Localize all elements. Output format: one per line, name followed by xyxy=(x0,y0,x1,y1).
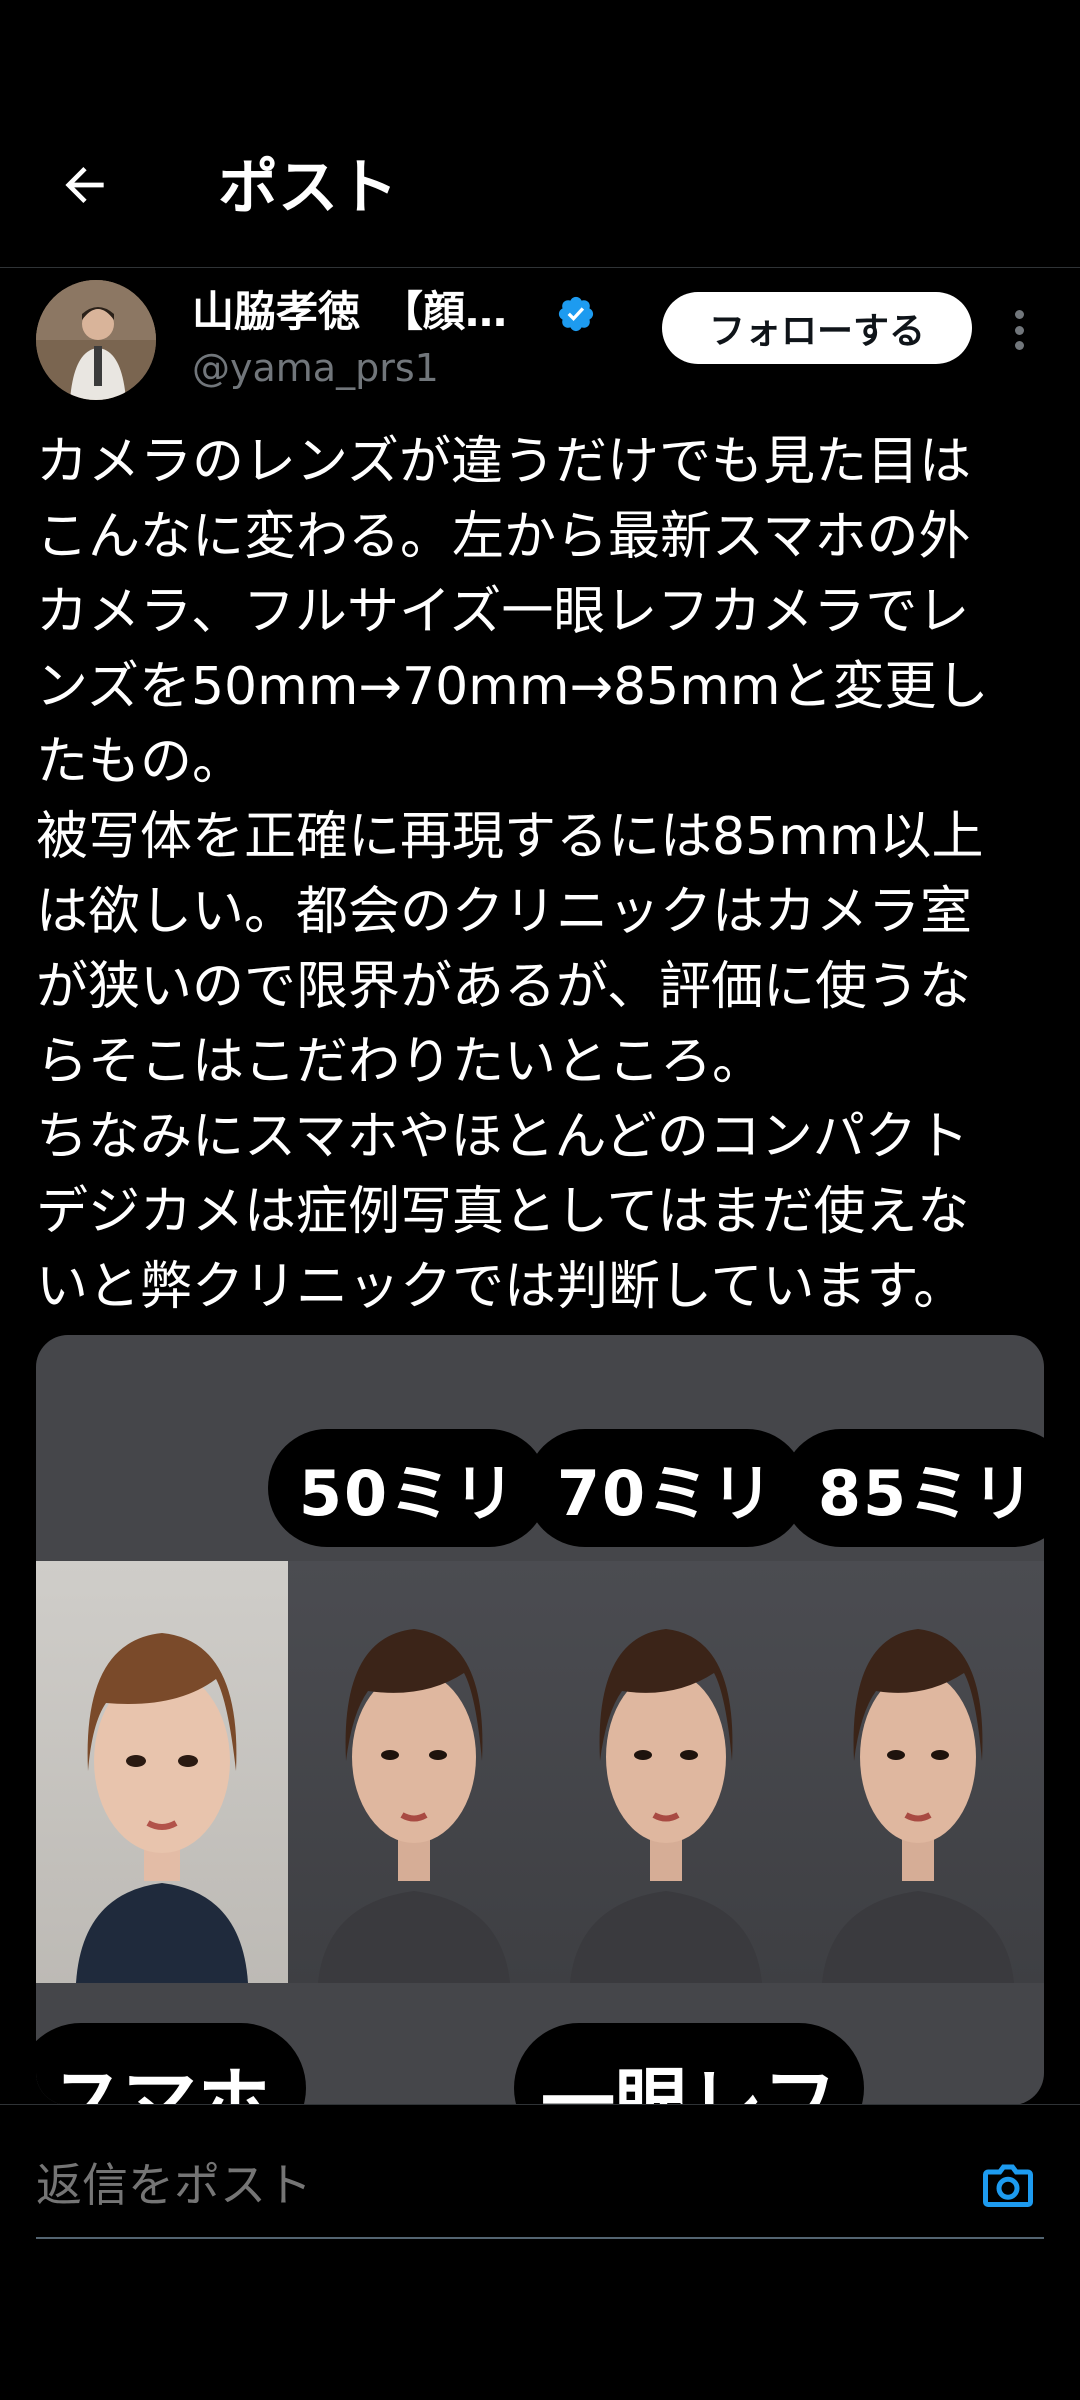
post-text: カメラのレンズが違うだけでも見た目は こんなに変わる。左から最新スマホの外 カメ… xyxy=(36,432,989,1317)
post-image[interactable]: 50ミリ 70ミリ 85ミリ スマホ 一眼レフ xyxy=(36,1335,1044,2105)
reply-divider xyxy=(36,2237,1044,2239)
verified-badge-icon xyxy=(558,296,594,332)
label-dslr: 一眼レフ xyxy=(514,2023,864,2105)
photo-70mm xyxy=(540,1561,792,1983)
photo-85mm xyxy=(792,1561,1044,1983)
avatar[interactable] xyxy=(36,280,156,400)
lens-label-50: 50ミリ xyxy=(268,1429,548,1547)
lens-label-70: 70ミリ xyxy=(526,1429,806,1547)
follow-button[interactable]: フォローする xyxy=(662,292,972,364)
more-options-icon[interactable] xyxy=(1004,300,1034,360)
label-smartphone: スマホ xyxy=(36,2023,306,2105)
reply-bar xyxy=(0,2104,1080,2400)
lens-label-85: 85ミリ xyxy=(782,1429,1044,1547)
author-name[interactable]: 山脇孝徳 【顔… xyxy=(192,282,507,342)
arrow-left-icon xyxy=(65,167,104,203)
top-bar: ポスト xyxy=(0,0,1080,268)
back-button[interactable] xyxy=(50,150,120,220)
post-detail-screen: ポスト 山脇孝徳 【顔… @yama_prs1 フォローする カメラのレンズが違… xyxy=(0,0,1080,2400)
reply-input[interactable] xyxy=(36,2145,936,2225)
page-title: ポスト xyxy=(218,153,398,223)
camera-icon[interactable] xyxy=(976,2157,1040,2217)
smartphone-photo xyxy=(36,1561,288,1983)
photo-50mm xyxy=(288,1561,540,1983)
author-handle[interactable]: @yama_prs1 xyxy=(192,340,439,396)
